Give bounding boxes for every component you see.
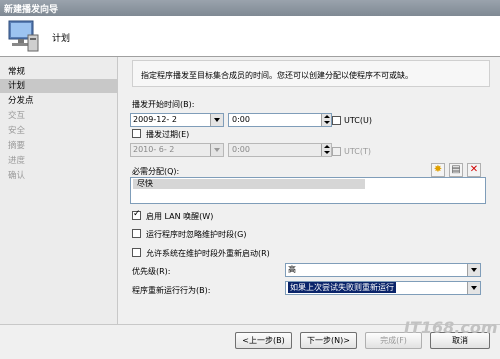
expire-date-value: 2010- 6- 2 xyxy=(133,145,175,154)
chevron-down-icon[interactable] xyxy=(210,114,223,126)
nav-item-general[interactable]: 常规 xyxy=(0,65,117,79)
start-date-value: 2009-12- 2 xyxy=(133,115,177,124)
expire-time-spinner: 0:00 xyxy=(228,143,332,157)
start-time-spinner[interactable]: 0:00 xyxy=(228,113,332,127)
expire-label: 播发过期(E) xyxy=(146,130,190,139)
nav-item-interaction: 交互 xyxy=(8,111,26,121)
rerun-select[interactable]: 如果上次尝试失败则重新运行 xyxy=(285,281,481,295)
start-time-label: 播发开始时间(B): xyxy=(132,100,195,109)
wizard-header: 计划 xyxy=(0,16,500,57)
expire-time-value: 0:00 xyxy=(232,145,250,154)
main-panel: 指定程序播发至目标集合成员的时间。您还可以创建分配以使程序不可或缺。 播发开始时… xyxy=(118,57,500,324)
expire-checkbox[interactable] xyxy=(132,129,141,138)
allow-restart-label: 允许系统在维护时段外重新启动(R) xyxy=(146,249,270,258)
list-item[interactable]: 尽快 xyxy=(133,179,365,189)
next-button[interactable]: 下一步(N)> xyxy=(300,332,357,349)
start-time-value: 0:00 xyxy=(232,115,250,124)
nav-item-distribution-points[interactable]: 分发点 xyxy=(0,94,117,108)
expire-utc-checkbox xyxy=(332,147,341,156)
description-text: 指定程序播发至目标集合成员的时间。您还可以创建分配以使程序不可或缺。 xyxy=(141,71,413,80)
spinner-arrows-icon xyxy=(321,144,331,156)
new-assignment-icon[interactable]: ✸ xyxy=(431,163,445,177)
chevron-down-icon xyxy=(210,144,223,156)
computer-icon xyxy=(8,20,39,52)
wake-on-lan-checkbox[interactable] xyxy=(132,209,141,220)
nav-item-progress: 进度 xyxy=(8,156,26,166)
nav-item-security: 安全 xyxy=(8,126,26,136)
start-utc-label: UTC(U) xyxy=(344,116,372,125)
chevron-down-icon[interactable] xyxy=(467,264,480,276)
ignore-maintenance-checkbox[interactable] xyxy=(132,229,141,238)
description-box: 指定程序播发至目标集合成员的时间。您还可以创建分配以使程序不可或缺。 xyxy=(132,60,490,87)
page-title: 计划 xyxy=(52,34,71,44)
allow-restart-checkbox[interactable] xyxy=(132,248,141,257)
delete-icon[interactable]: ✕ xyxy=(467,163,481,177)
chevron-down-icon[interactable] xyxy=(467,282,480,294)
back-button[interactable]: <上一步(B) xyxy=(235,332,292,349)
priority-value: 高 xyxy=(288,265,296,274)
start-utc-checkbox[interactable] xyxy=(332,116,341,125)
priority-select[interactable]: 高 xyxy=(285,263,481,277)
expire-utc-label: UTC(T) xyxy=(344,147,371,156)
properties-icon[interactable]: ▤ xyxy=(449,163,463,177)
assignments-label: 必需分配(Q): xyxy=(132,167,180,176)
wake-on-lan-label: 启用 LAN 唤醒(W) xyxy=(146,212,214,221)
nav-item-summary: 摘要 xyxy=(8,141,26,151)
nav-item-confirm: 确认 xyxy=(8,171,26,181)
nav-item-schedule[interactable]: 计划 xyxy=(0,79,117,93)
wizard-nav: 常规 计划 分发点 交互 安全 摘要 进度 确认 xyxy=(0,57,118,324)
rerun-value: 如果上次尝试失败则重新运行 xyxy=(288,282,396,293)
assignments-list[interactable]: 尽快 xyxy=(130,177,486,204)
watermark: IT168.com xyxy=(404,318,498,337)
expire-date-picker: 2010- 6- 2 xyxy=(130,143,224,157)
window-title: 新建播发向导 xyxy=(0,0,500,16)
spinner-arrows-icon[interactable] xyxy=(321,114,331,126)
priority-label: 优先级(R): xyxy=(132,267,171,276)
ignore-maintenance-label: 运行程序时忽略维护时段(G) xyxy=(146,230,247,239)
rerun-label: 程序重新运行行为(B): xyxy=(132,286,211,295)
start-date-picker[interactable]: 2009-12- 2 xyxy=(130,113,224,127)
